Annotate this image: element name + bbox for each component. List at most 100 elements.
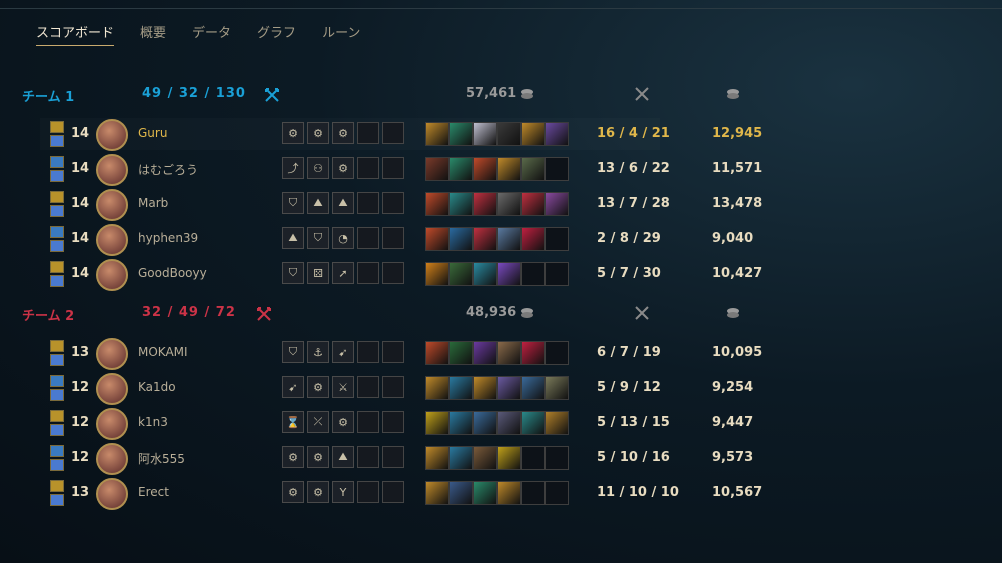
- player-row[interactable]: 14 GoodBooyy ⛉ ⚄ ➚ 5 / 7 / 30 10,427: [0, 258, 1002, 291]
- item-icon[interactable]: [545, 376, 569, 400]
- summoner-spell-icon[interactable]: [50, 156, 64, 168]
- item-icon[interactable]: [497, 446, 521, 470]
- rune-icon[interactable]: ⤴: [282, 157, 304, 179]
- champion-portrait[interactable]: [96, 478, 128, 510]
- summoner-spell-icon[interactable]: [50, 340, 64, 352]
- empty-item-slot[interactable]: [521, 446, 545, 470]
- item-icon[interactable]: [545, 192, 569, 216]
- rune-icon[interactable]: ⚙: [332, 157, 354, 179]
- player-name[interactable]: Erect: [138, 485, 169, 499]
- champion-portrait[interactable]: [96, 373, 128, 405]
- tab-overview[interactable]: 概要: [140, 22, 166, 46]
- rune-icon[interactable]: ⚇: [307, 157, 329, 179]
- item-icon[interactable]: [497, 376, 521, 400]
- rune-icon[interactable]: ⛰: [307, 192, 329, 214]
- rune-icon[interactable]: ◔: [332, 227, 354, 249]
- item-icon[interactable]: [425, 411, 449, 435]
- item-icon[interactable]: [449, 157, 473, 181]
- item-icon[interactable]: [473, 157, 497, 181]
- empty-rune-slot[interactable]: [357, 376, 379, 398]
- rune-icon[interactable]: ⚙: [307, 481, 329, 503]
- item-icon[interactable]: [425, 341, 449, 365]
- player-row[interactable]: 14 hyphen39 ⛰ ⛉ ◔ 2 / 8 / 29 9,040: [0, 223, 1002, 256]
- player-name[interactable]: hyphen39: [138, 231, 198, 245]
- item-icon[interactable]: [497, 411, 521, 435]
- rune-icon[interactable]: Y: [332, 481, 354, 503]
- empty-item-slot[interactable]: [545, 341, 569, 365]
- item-icon[interactable]: [521, 376, 545, 400]
- tab-runes[interactable]: ルーン: [322, 22, 360, 46]
- empty-rune-slot[interactable]: [382, 192, 404, 214]
- item-icon[interactable]: [473, 192, 497, 216]
- rune-icon[interactable]: ⚓: [307, 341, 329, 363]
- item-icon[interactable]: [473, 341, 497, 365]
- item-icon[interactable]: [545, 122, 569, 146]
- item-icon[interactable]: [521, 157, 545, 181]
- player-name[interactable]: 阿水555: [138, 450, 185, 467]
- champion-portrait[interactable]: [96, 443, 128, 475]
- item-icon[interactable]: [521, 227, 545, 251]
- summoner-spell-icon[interactable]: [50, 424, 64, 436]
- rune-icon[interactable]: ⛉: [307, 227, 329, 249]
- summoner-spell-icon[interactable]: [50, 494, 64, 506]
- summoner-spell-icon[interactable]: [50, 410, 64, 422]
- summoner-spell-icon[interactable]: [50, 135, 64, 147]
- summoner-spell-icon[interactable]: [50, 240, 64, 252]
- champion-portrait[interactable]: [96, 224, 128, 256]
- summoner-spell-icon[interactable]: [50, 445, 64, 457]
- item-icon[interactable]: [473, 411, 497, 435]
- rune-icon[interactable]: ⤫: [307, 411, 329, 433]
- summoner-spell-icon[interactable]: [50, 459, 64, 471]
- item-icon[interactable]: [449, 341, 473, 365]
- rune-icon[interactable]: ⚙: [307, 446, 329, 468]
- player-row[interactable]: 12 Ka1do ➹ ⚙ ⚔ 5 / 9 / 12 9,254: [0, 372, 1002, 405]
- rune-icon[interactable]: ➹: [282, 376, 304, 398]
- item-icon[interactable]: [497, 262, 521, 286]
- player-row[interactable]: 14 Marb ⛉ ⛰ ⛰ 13 / 7 / 28 13,478: [0, 188, 1002, 221]
- item-icon[interactable]: [425, 157, 449, 181]
- item-icon[interactable]: [521, 411, 545, 435]
- rune-icon[interactable]: ⚙: [307, 376, 329, 398]
- summoner-spell-icon[interactable]: [50, 275, 64, 287]
- item-icon[interactable]: [473, 227, 497, 251]
- item-icon[interactable]: [425, 122, 449, 146]
- summoner-spell-icon[interactable]: [50, 480, 64, 492]
- empty-rune-slot[interactable]: [357, 122, 379, 144]
- tab-graph[interactable]: グラフ: [257, 22, 296, 46]
- empty-rune-slot[interactable]: [382, 227, 404, 249]
- empty-item-slot[interactable]: [521, 481, 545, 505]
- empty-rune-slot[interactable]: [382, 262, 404, 284]
- item-icon[interactable]: [497, 192, 521, 216]
- item-icon[interactable]: [545, 411, 569, 435]
- empty-rune-slot[interactable]: [357, 262, 379, 284]
- empty-rune-slot[interactable]: [382, 341, 404, 363]
- rune-icon[interactable]: ⚙: [332, 411, 354, 433]
- rune-icon[interactable]: ⚙: [307, 122, 329, 144]
- empty-rune-slot[interactable]: [357, 157, 379, 179]
- item-icon[interactable]: [497, 227, 521, 251]
- empty-item-slot[interactable]: [545, 262, 569, 286]
- item-icon[interactable]: [521, 122, 545, 146]
- empty-rune-slot[interactable]: [382, 481, 404, 503]
- rune-icon[interactable]: ⚙: [282, 446, 304, 468]
- empty-rune-slot[interactable]: [357, 192, 379, 214]
- player-name[interactable]: Ka1do: [138, 380, 176, 394]
- rune-icon[interactable]: ⛰: [332, 446, 354, 468]
- summoner-spell-icon[interactable]: [50, 121, 64, 133]
- empty-item-slot[interactable]: [545, 446, 569, 470]
- empty-rune-slot[interactable]: [382, 122, 404, 144]
- player-row[interactable]: 12 阿水555 ⚙ ⚙ ⛰ 5 / 10 / 16 9,573: [0, 442, 1002, 475]
- empty-rune-slot[interactable]: [357, 411, 379, 433]
- rune-icon[interactable]: ⛉: [282, 341, 304, 363]
- item-icon[interactable]: [473, 122, 497, 146]
- summoner-spell-icon[interactable]: [50, 205, 64, 217]
- item-icon[interactable]: [449, 411, 473, 435]
- rune-icon[interactable]: ⛉: [282, 192, 304, 214]
- item-icon[interactable]: [449, 446, 473, 470]
- summoner-spell-icon[interactable]: [50, 226, 64, 238]
- champion-portrait[interactable]: [96, 189, 128, 221]
- summoner-spell-icon[interactable]: [50, 170, 64, 182]
- player-row[interactable]: 13 Erect ⚙ ⚙ Y 11 / 10 / 10 10,567: [0, 477, 1002, 510]
- player-name[interactable]: GoodBooyy: [138, 266, 207, 280]
- summoner-spell-icon[interactable]: [50, 191, 64, 203]
